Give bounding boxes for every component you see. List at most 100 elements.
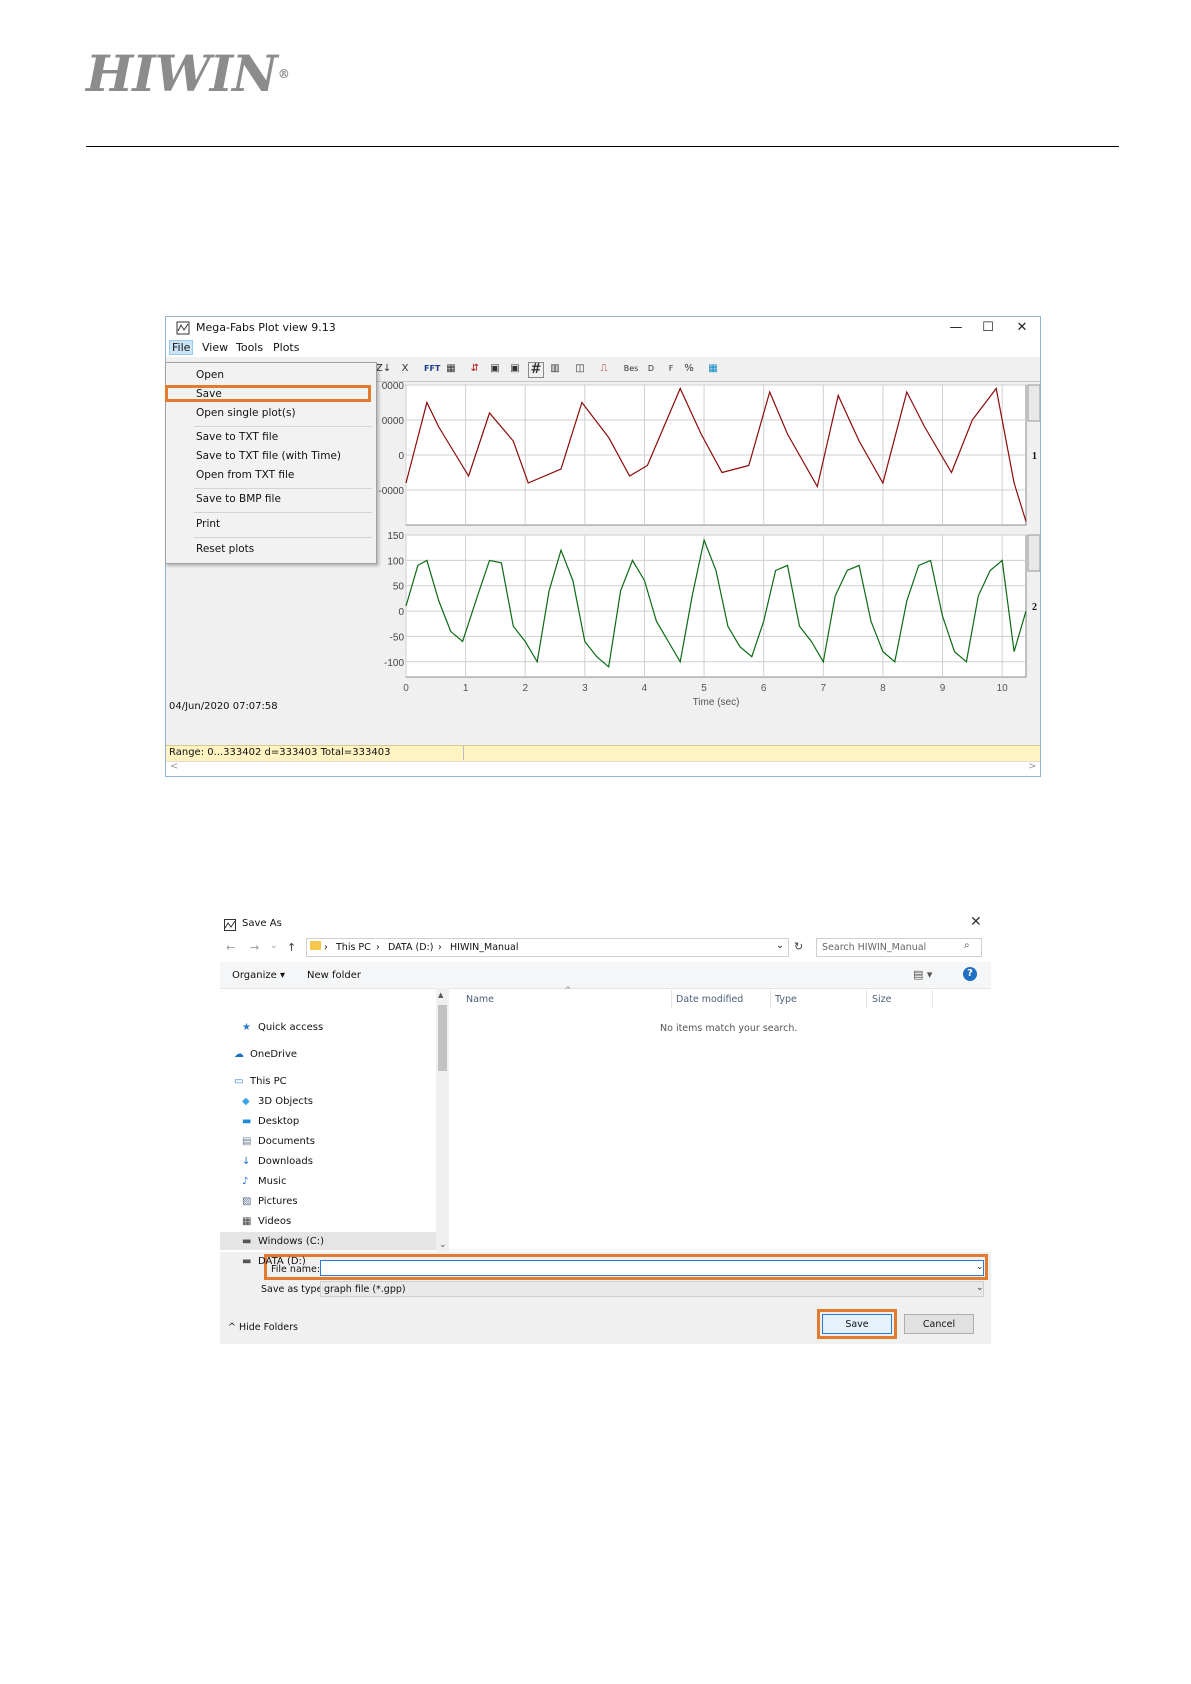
nav-item-quick-access[interactable]: Quick access: [258, 1022, 323, 1033]
plot-panel-label: 2: [1032, 602, 1037, 613]
column-size[interactable]: Size: [872, 994, 892, 1005]
x-tool[interactable]: X: [398, 362, 412, 376]
grid-tool-2[interactable]: ▥: [548, 362, 562, 376]
y-tick-label: -50: [390, 632, 405, 643]
pulse-tool[interactable]: ⎍: [597, 362, 611, 376]
file-name-highlight: [264, 1254, 988, 1280]
nav-item-videos[interactable]: Videos: [258, 1216, 291, 1227]
fft-tool[interactable]: FFT: [424, 362, 440, 376]
save-type-dropdown-icon[interactable]: ⌄: [976, 1283, 984, 1293]
menu-item-save-txt-time[interactable]: Save to TXT file (with Time): [196, 450, 341, 462]
column-separator[interactable]: [932, 990, 933, 1008]
save-plot-tool-2[interactable]: ▣: [508, 362, 522, 376]
x-tick-label: 5: [701, 683, 707, 694]
app-icon: [176, 321, 190, 335]
menu-tools[interactable]: Tools: [234, 341, 265, 354]
scroll-right-arrow-icon[interactable]: >: [1028, 761, 1036, 772]
grid-tool[interactable]: #: [528, 362, 544, 378]
menu-view[interactable]: View: [200, 341, 230, 354]
menu-item-open[interactable]: Open: [196, 369, 224, 381]
recent-locations-icon[interactable]: ⌄: [270, 941, 278, 951]
search-placeholder: Search HIWIN_Manual: [822, 942, 927, 953]
plot-tool-1[interactable]: ▦: [444, 362, 458, 376]
nav-item-documents[interactable]: Documents: [258, 1136, 315, 1147]
menu-item-save-bmp[interactable]: Save to BMP file: [196, 493, 281, 505]
breadcrumb-separator: ›: [324, 942, 328, 953]
x-tick-label: 1: [463, 683, 469, 694]
organize-button[interactable]: Organize ▾: [232, 970, 285, 981]
nav-item-3d-objects[interactable]: 3D Objects: [258, 1096, 313, 1107]
plot-panel-label: 1: [1032, 451, 1037, 462]
breadcrumb-separator: ›: [438, 942, 442, 953]
forward-arrow-icon[interactable]: →: [250, 941, 259, 954]
nav-item-icon: ▬: [242, 1256, 252, 1267]
nav-item-icon: ♪: [242, 1176, 249, 1187]
nav-scroll-up-icon[interactable]: ▲: [438, 991, 443, 999]
menu-item-open-single-plot[interactable]: Open single plot(s): [196, 407, 296, 419]
column-type[interactable]: Type: [775, 994, 797, 1005]
f-tool[interactable]: F: [664, 362, 678, 376]
breadcrumb-this-pc[interactable]: This PC: [336, 942, 371, 953]
nav-item-data-d[interactable]: DATA (D:): [258, 1256, 306, 1267]
column-name[interactable]: Name: [466, 994, 494, 1005]
column-separator[interactable]: [866, 990, 867, 1008]
column-separator[interactable]: [671, 990, 672, 1008]
y-tick-label: 50: [393, 582, 405, 593]
x-tick-label: 6: [761, 683, 767, 694]
menu-item-reset-plots[interactable]: Reset plots: [196, 543, 254, 555]
help-icon[interactable]: ?: [963, 967, 977, 981]
percent-tool[interactable]: %: [682, 362, 696, 376]
cancel-button[interactable]: Cancel: [904, 1314, 974, 1334]
column-date-modified[interactable]: Date modified: [676, 994, 743, 1005]
breadcrumb-hiwin-manual[interactable]: HIWIN_Manual: [450, 942, 519, 953]
column-separator[interactable]: [770, 990, 771, 1008]
nav-scroll-thumb[interactable]: [438, 1005, 447, 1071]
close-button[interactable]: ✕: [1004, 319, 1040, 337]
address-dropdown-icon[interactable]: ⌄: [776, 940, 784, 951]
scroll-left-arrow-icon[interactable]: <: [170, 761, 178, 772]
registered-mark: ®: [277, 67, 290, 81]
nav-item-icon: ★: [242, 1022, 251, 1033]
y-tick-label: 150: [387, 531, 404, 542]
nav-item-downloads[interactable]: Downloads: [258, 1156, 313, 1167]
nav-scroll-down-icon[interactable]: ⌄: [439, 1240, 447, 1250]
nav-item-pictures[interactable]: Pictures: [258, 1196, 298, 1207]
bes-tool[interactable]: Bes: [621, 362, 641, 376]
color-tool[interactable]: ▦: [706, 362, 720, 376]
nav-item-music[interactable]: Music: [258, 1176, 286, 1187]
new-folder-button[interactable]: New folder: [307, 970, 361, 981]
save-plot-tool[interactable]: ▣: [488, 362, 502, 376]
plot-tool-2[interactable]: ⇵: [468, 362, 482, 376]
up-arrow-icon[interactable]: ↑: [287, 941, 296, 954]
view-options-icon[interactable]: ▤ ▾: [913, 968, 932, 981]
breadcrumb-data-d[interactable]: DATA (D:): [388, 942, 433, 953]
menu-item-open-txt[interactable]: Open from TXT file: [196, 469, 294, 481]
search-icon[interactable]: ⌕: [964, 940, 970, 951]
menu-item-print[interactable]: Print: [196, 518, 220, 530]
maximize-button[interactable]: ☐: [970, 319, 1006, 337]
refresh-icon[interactable]: ↻: [794, 940, 803, 953]
nav-item-icon: ☁: [234, 1049, 244, 1060]
save-type-select[interactable]: [320, 1281, 984, 1297]
nav-item-this-pc[interactable]: This PC: [250, 1076, 287, 1087]
nav-item-icon: ↓: [242, 1156, 251, 1167]
back-arrow-icon[interactable]: ←: [226, 941, 235, 954]
plot-titlebar: Mega-Fabs Plot view 9.13 — ☐ ✕: [166, 317, 1040, 339]
horizontal-scrollbar[interactable]: [166, 761, 1040, 776]
zoom-down-tool[interactable]: Z↓: [376, 362, 391, 376]
menu-item-save-txt[interactable]: Save to TXT file: [196, 431, 278, 443]
menu-plots[interactable]: Plots: [271, 341, 301, 354]
menu-file[interactable]: File: [169, 340, 194, 355]
plot-panel-2: [405, 534, 1027, 678]
d-tool[interactable]: D: [644, 362, 658, 376]
dialog-close-button[interactable]: ✕: [970, 914, 982, 930]
panel-controls-icon: [1027, 534, 1040, 572]
print-tool[interactable]: ◫: [573, 362, 587, 376]
nav-item-desktop[interactable]: Desktop: [258, 1116, 299, 1127]
minimize-button[interactable]: —: [938, 319, 974, 337]
hide-folders-button[interactable]: ^ Hide Folders: [228, 1322, 298, 1333]
nav-item-windows-c[interactable]: Windows (C:): [258, 1236, 324, 1247]
dialog-title: Save As: [242, 918, 282, 929]
nav-item-onedrive[interactable]: OneDrive: [250, 1049, 297, 1060]
logo-text: HIWIN: [86, 44, 278, 103]
